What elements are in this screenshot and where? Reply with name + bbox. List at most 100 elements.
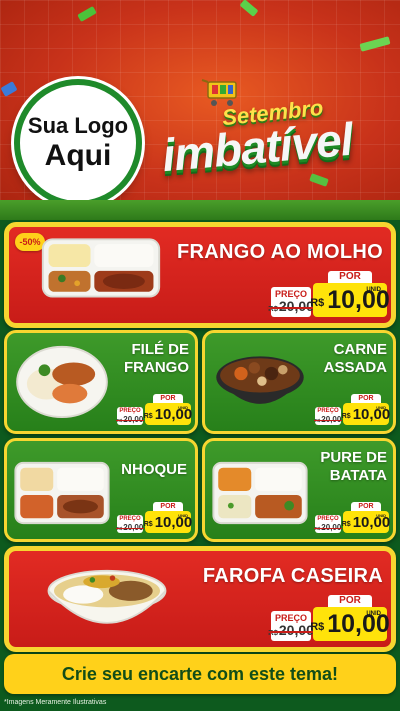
new-price-box: R$ 10,00 UNID [310, 283, 390, 317]
currency-label: R$ [310, 297, 325, 309]
por-label: POR [328, 595, 372, 607]
price-tag: PREÇO R$20,00 POR R$ 10,00 UNID [267, 271, 390, 317]
confetti-icon [359, 36, 391, 52]
old-price-box: PREÇO R$20,00 [267, 611, 315, 641]
product-card-file-de-frango[interactable]: FILÉ DE FRANGO PREÇO R$20,00 POR R$ 10,0… [4, 330, 198, 434]
product-name-line1: FILÉ DE [131, 341, 189, 358]
currency-label: R$ [310, 621, 325, 633]
old-price-box: PREÇO R$20,00 [267, 287, 315, 317]
confetti-icon [0, 81, 18, 97]
product-name: FAROFA CASEIRA [202, 565, 383, 587]
old-price-value: R$20,00 [267, 297, 315, 316]
product-name: PURE DE BATATA [320, 449, 387, 485]
product-name-line1: CARNE [333, 341, 387, 358]
unit-label: UNID [366, 611, 381, 617]
compartment-tray-icon [212, 461, 308, 525]
old-price-amount: 20,00 [321, 414, 342, 424]
header-divider [0, 200, 400, 220]
unit-label: UNID [178, 405, 188, 410]
price-tag: PREÇO R$20,00 POR R$ 10,00 UNID [313, 502, 390, 533]
old-price-amount: 20,00 [278, 621, 314, 638]
currency-label: R$ [341, 521, 351, 528]
new-price-box: R$ 10,00 UNID [341, 511, 390, 533]
old-price-amount: 20,00 [123, 414, 144, 424]
product-name-line2: BATATA [329, 467, 387, 484]
por-label: POR [351, 502, 381, 511]
old-price-value: R$20,00 [115, 522, 144, 533]
logo-placeholder: Sua Logo Aqui [14, 79, 142, 207]
product-name: FRANGO AO MOLHO [177, 241, 383, 263]
new-price-wrap: POR R$ 10,00 UNID [310, 271, 390, 317]
header-banner: Sua Logo Aqui Setembro imbatível [0, 0, 400, 212]
por-label: POR [153, 394, 183, 403]
old-price-value: R$20,00 [115, 414, 144, 425]
new-price-box: R$ 10,00 UNID [341, 403, 390, 425]
old-price-label: PREÇO [317, 515, 339, 522]
currency-label: R$ [143, 521, 153, 528]
confetti-icon [77, 6, 97, 22]
currency-label: R$ [143, 413, 153, 420]
old-price-value: R$20,00 [267, 621, 315, 640]
old-price-amount: 20,00 [123, 522, 144, 532]
product-name: FILÉ DE FRANGO [124, 341, 189, 377]
old-price-box: PREÇO R$20,00 [115, 407, 144, 425]
old-price-currency: R$ [116, 417, 123, 423]
old-price-value: R$20,00 [313, 522, 342, 533]
product-name-line2: FRANGO [124, 359, 189, 376]
por-label: POR [351, 394, 381, 403]
compartment-tray-icon [14, 461, 110, 525]
old-price-box: PREÇO R$20,00 [313, 407, 342, 425]
product-name-line2: ASSADA [323, 359, 387, 376]
product-card-frango-ao-molho[interactable]: -50% FRANGO AO MOLHO PREÇO R$20,00 POR R… [4, 222, 396, 328]
old-price-label: PREÇO [119, 515, 141, 522]
old-price-box: PREÇO R$20,00 [115, 515, 144, 533]
old-price-box: PREÇO R$20,00 [313, 515, 342, 533]
currency-label: R$ [341, 413, 351, 420]
bowl-icon [47, 569, 167, 624]
new-price-box: R$ 10,00 UNID [143, 511, 192, 533]
confetti-icon [239, 0, 259, 17]
unit-label: UNID [376, 513, 386, 518]
promo-title: Setembro imbatível [160, 78, 392, 188]
old-price-amount: 20,00 [321, 522, 342, 532]
price-tag: PREÇO R$20,00 POR R$ 10,00 UNID [313, 394, 390, 425]
unit-label: UNID [178, 513, 188, 518]
product-name: CARNE ASSADA [324, 341, 387, 377]
old-price-label: PREÇO [119, 407, 141, 414]
round-plate-icon [16, 345, 108, 419]
new-price-wrap: POR R$ 10,00 UNID [341, 394, 390, 425]
product-card-farofa-caseira[interactable]: FAROFA CASEIRA PREÇO R$20,00 POR R$ 10,0… [4, 546, 396, 652]
new-price-wrap: POR R$ 10,00 UNID [341, 502, 390, 533]
disclaimer-text: *Imagens Meramente Ilustrativas [4, 699, 107, 706]
logo-text-line2: Aqui [44, 139, 112, 172]
compartment-tray-icon [41, 238, 161, 298]
old-price-amount: 20,00 [278, 297, 314, 314]
price-tag: PREÇO R$20,00 POR R$ 10,00 UNID [267, 595, 390, 641]
logo-text-line1: Sua Logo [27, 113, 129, 138]
product-card-nhoque[interactable]: NHOQUE PREÇO R$20,00 POR R$ 10,00 UNID [4, 438, 198, 542]
new-price-wrap: POR R$ 10,00 UNID [143, 394, 192, 425]
unit-label: UNID [376, 405, 386, 410]
por-label: POR [328, 271, 372, 283]
price-tag: PREÇO R$20,00 POR R$ 10,00 UNID [115, 394, 192, 425]
price-tag: PREÇO R$20,00 POR R$ 10,00 UNID [115, 502, 192, 533]
bowl-icon [216, 356, 304, 404]
promo-headline: imbatível [160, 112, 355, 182]
new-price-box: R$ 10,00 UNID [143, 403, 192, 425]
old-price-currency: R$ [116, 525, 123, 531]
new-price-wrap: POR R$ 10,00 UNID [310, 595, 390, 641]
product-name: NHOQUE [121, 461, 187, 478]
product-card-carne-assada[interactable]: CARNE ASSADA PREÇO R$20,00 POR R$ 10,00 … [202, 330, 396, 434]
product-card-pure-de-batata[interactable]: PURE DE BATATA PREÇO R$20,00 POR R$ 10,0… [202, 438, 396, 542]
por-label: POR [153, 502, 183, 511]
new-price-wrap: POR R$ 10,00 UNID [143, 502, 192, 533]
old-price-currency: R$ [268, 303, 278, 313]
cta-banner[interactable]: Crie seu encarte com este tema! [4, 654, 396, 694]
old-price-value: R$20,00 [313, 414, 342, 425]
product-name-line1: PURE DE [320, 449, 387, 466]
new-price-box: R$ 10,00 UNID [310, 607, 390, 641]
old-price-currency: R$ [314, 417, 321, 423]
old-price-currency: R$ [314, 525, 321, 531]
unit-label: UNID [366, 287, 381, 293]
old-price-currency: R$ [268, 627, 278, 637]
